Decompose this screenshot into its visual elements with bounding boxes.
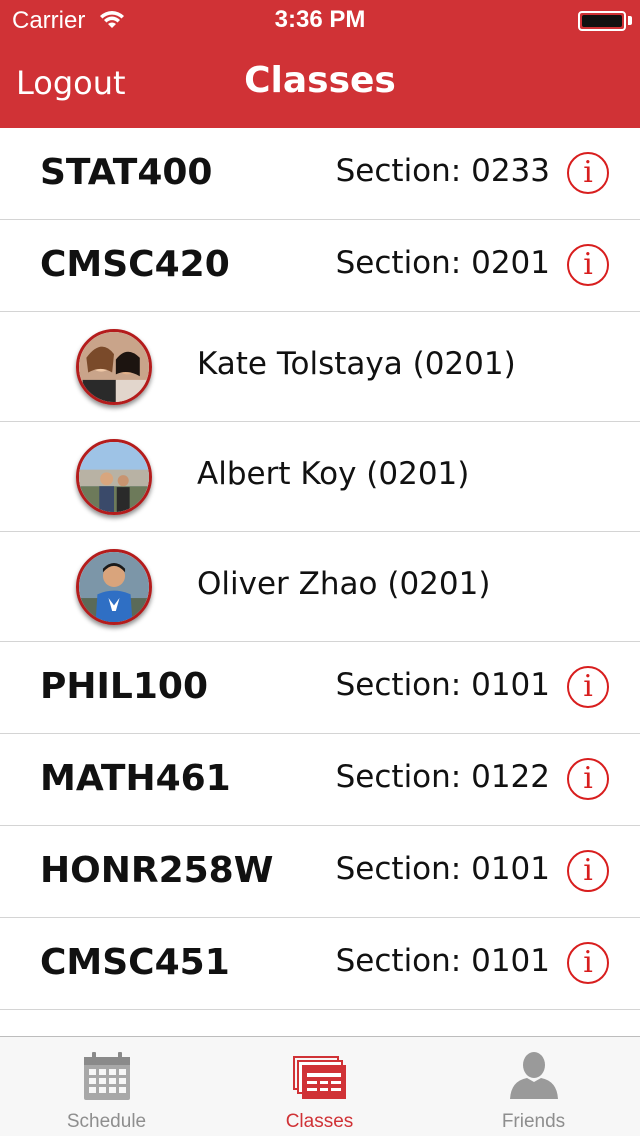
info-icon[interactable]: i bbox=[567, 152, 609, 194]
info-icon[interactable]: i bbox=[567, 244, 609, 286]
tab-bar: Schedule Classes Friends bbox=[0, 1036, 640, 1136]
page-title: Classes bbox=[244, 60, 396, 101]
info-icon[interactable]: i bbox=[567, 850, 609, 892]
class-code: CMSC451 bbox=[40, 942, 230, 983]
battery-icon bbox=[578, 11, 626, 31]
friend-row[interactable]: Albert Koy (0201) bbox=[0, 422, 640, 532]
tab-schedule[interactable]: Schedule bbox=[0, 1037, 213, 1136]
friend-name: Kate Tolstaya (0201) bbox=[197, 346, 516, 382]
classes-icon bbox=[292, 1056, 346, 1099]
info-icon[interactable]: i bbox=[567, 666, 609, 708]
status-time: 3:36 PM bbox=[274, 6, 366, 33]
class-section: Section: 0101 bbox=[335, 943, 550, 979]
person-icon bbox=[509, 1052, 558, 1099]
info-icon[interactable]: i bbox=[567, 942, 609, 984]
battery-tip bbox=[628, 16, 632, 25]
friend-row[interactable]: Kate Tolstaya (0201) bbox=[0, 312, 640, 422]
class-code: HONR258W bbox=[40, 850, 274, 891]
class-section: Section: 0101 bbox=[335, 667, 550, 703]
class-code: CMSC420 bbox=[40, 244, 230, 285]
calendar-icon bbox=[83, 1052, 130, 1100]
class-code: MATH461 bbox=[40, 758, 231, 799]
friend-name: Albert Koy (0201) bbox=[197, 456, 470, 492]
class-row[interactable]: CMSC451 Section: 0101 i bbox=[0, 918, 640, 1010]
tab-label: Schedule bbox=[66, 1111, 147, 1132]
class-row[interactable]: HONR258W Section: 0101 i bbox=[0, 826, 640, 918]
avatar bbox=[76, 439, 152, 515]
classes-list[interactable]: STAT400 Section: 0233 i CMSC420 Section:… bbox=[0, 128, 640, 1036]
class-code: STAT400 bbox=[40, 152, 213, 193]
class-row[interactable]: STAT400 Section: 0233 i bbox=[0, 128, 640, 220]
class-row[interactable]: MATH461 Section: 0122 i bbox=[0, 734, 640, 826]
friend-row[interactable]: Oliver Zhao (0201) bbox=[0, 532, 640, 642]
class-code: PHIL100 bbox=[40, 666, 208, 707]
tab-label: Classes bbox=[285, 1111, 354, 1132]
class-section: Section: 0201 bbox=[335, 245, 550, 281]
class-row[interactable]: PHIL100 Section: 0101 i bbox=[0, 642, 640, 734]
class-section: Section: 0101 bbox=[335, 851, 550, 887]
tab-classes[interactable]: Classes bbox=[213, 1037, 426, 1136]
friend-name: Oliver Zhao (0201) bbox=[197, 566, 491, 602]
class-section: Section: 0122 bbox=[335, 759, 550, 795]
info-icon[interactable]: i bbox=[567, 758, 609, 800]
avatar bbox=[76, 329, 152, 405]
status-bar: Carrier 3:36 PM bbox=[0, 0, 640, 40]
header: Carrier 3:36 PM Logout Classes bbox=[0, 0, 640, 128]
tab-friends[interactable]: Friends bbox=[427, 1037, 640, 1136]
class-section: Section: 0233 bbox=[335, 153, 550, 189]
tab-label: Friends bbox=[501, 1111, 566, 1132]
avatar bbox=[76, 549, 152, 625]
class-row[interactable]: CMSC420 Section: 0201 i bbox=[0, 220, 640, 312]
